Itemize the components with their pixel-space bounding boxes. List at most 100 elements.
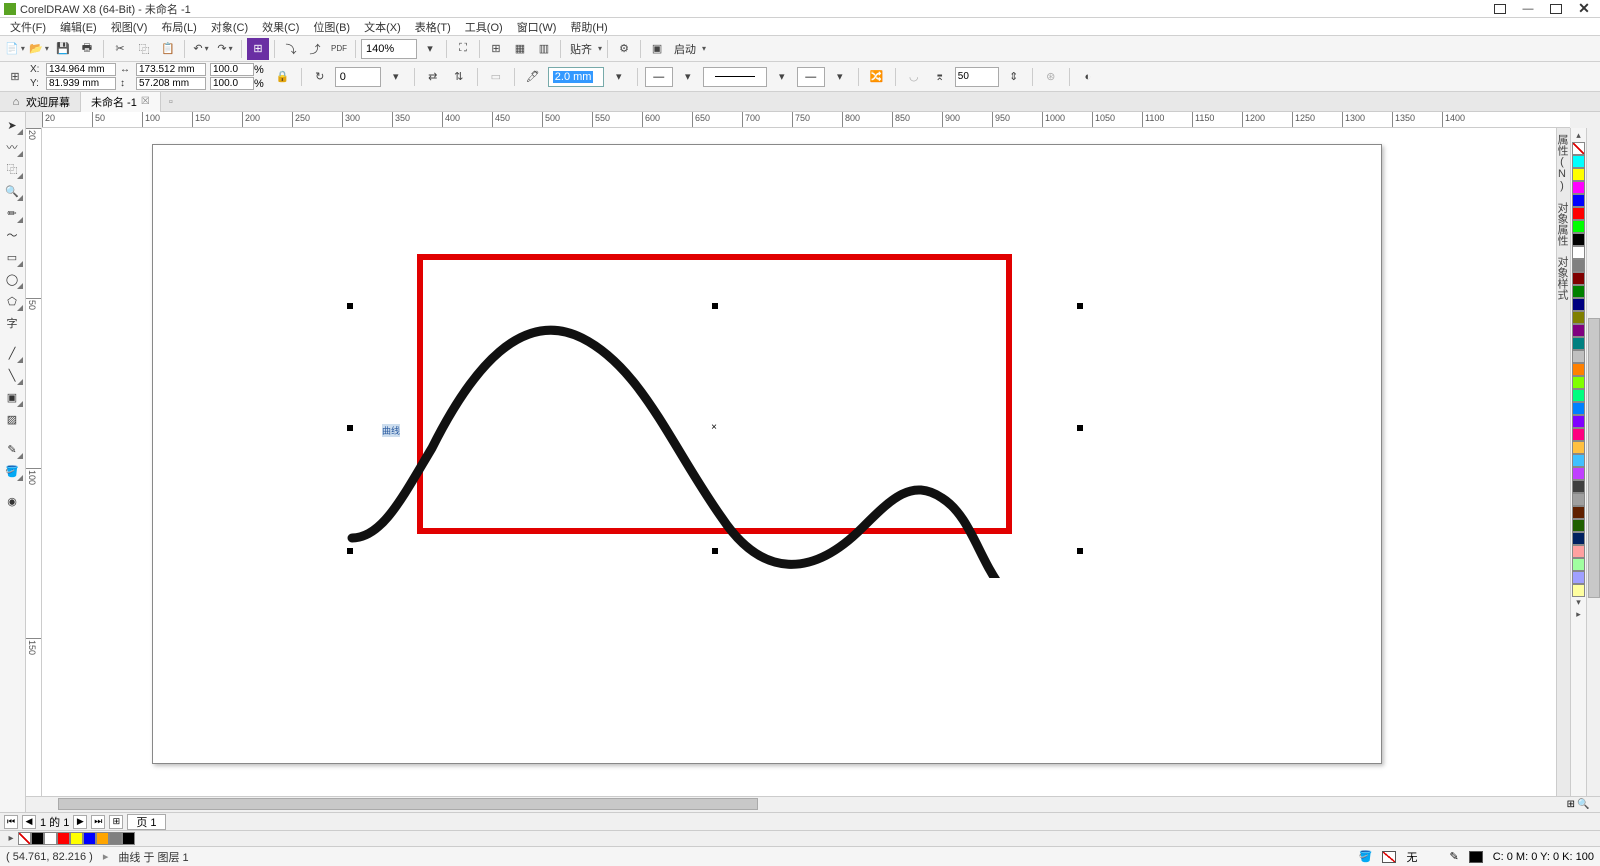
redo-button[interactable]: ↷▾: [214, 38, 236, 60]
copy-button[interactable]: ⿻: [133, 38, 155, 60]
navigator-icon[interactable]: ⊞: [1567, 799, 1575, 810]
selected-curve-object[interactable]: [342, 298, 1102, 578]
color-swatch[interactable]: [1572, 233, 1585, 246]
zoom-dropdown-icon[interactable]: ▾: [419, 38, 441, 60]
minimize-button[interactable]: —: [1520, 3, 1536, 15]
start-arrow-dropdown[interactable]: ▾: [677, 66, 699, 88]
freehand-tool[interactable]: ✏: [0, 202, 24, 224]
menu-bitmap[interactable]: 位图(B): [307, 18, 356, 36]
rotation-dropdown-icon[interactable]: ▾: [385, 66, 407, 88]
fill-swatch[interactable]: [1382, 851, 1396, 863]
smart-fill-tool[interactable]: ◉: [0, 490, 24, 512]
menu-table[interactable]: 表格(T): [409, 18, 457, 36]
docker-object-properties[interactable]: 对象属性: [1557, 200, 1570, 248]
text-tool[interactable]: 字: [0, 312, 24, 334]
color-swatch[interactable]: [1572, 285, 1585, 298]
color-swatch[interactable]: [1572, 415, 1585, 428]
wrap-text-icon[interactable]: 🔀: [866, 66, 888, 88]
page-next-button[interactable]: ▶: [73, 815, 87, 829]
artistic-media-tool[interactable]: 〜: [0, 224, 24, 246]
save-button[interactable]: 💾: [52, 38, 74, 60]
color-swatch[interactable]: [1572, 402, 1585, 415]
export-button[interactable]: ⤴: [304, 38, 326, 60]
color-swatch[interactable]: [1572, 181, 1585, 194]
color-swatch[interactable]: [1572, 532, 1585, 545]
child-restore-icon[interactable]: [1492, 3, 1508, 15]
eyedropper-tool[interactable]: ✎: [0, 438, 24, 460]
connector-tool[interactable]: ╲: [0, 364, 24, 386]
search-content-icon[interactable]: ⊞: [247, 38, 269, 60]
color-swatch[interactable]: [1572, 272, 1585, 285]
import-button[interactable]: ⤵: [280, 38, 302, 60]
doc-color-swatch[interactable]: [96, 832, 109, 845]
color-swatch[interactable]: [1572, 441, 1585, 454]
selection-handle-tr[interactable]: [1077, 303, 1083, 309]
menu-view[interactable]: 视图(V): [105, 18, 154, 36]
maximize-button[interactable]: [1548, 3, 1564, 15]
zoom-level-input[interactable]: [361, 39, 417, 59]
tab-close-icon[interactable]: ☒: [141, 96, 150, 107]
show-grid-icon[interactable]: ▦: [509, 38, 531, 60]
color-swatch[interactable]: [1572, 389, 1585, 402]
color-swatch[interactable]: [1572, 558, 1585, 571]
doc-color-swatch[interactable]: [109, 832, 122, 845]
vertical-ruler[interactable]: 2050100150: [26, 128, 42, 796]
selection-center-icon[interactable]: ×: [710, 423, 718, 431]
transparency-tool[interactable]: ▨: [0, 408, 24, 430]
menu-object[interactable]: 对象(C): [205, 18, 254, 36]
selection-handle-ml[interactable]: [347, 425, 353, 431]
crop-tool[interactable]: ⿻: [0, 158, 24, 180]
doc-color-swatch[interactable]: [122, 832, 135, 845]
duplicate-offset-icon[interactable]: ⌆: [929, 66, 951, 88]
pick-tool[interactable]: ➤: [0, 114, 24, 136]
color-swatch[interactable]: [1572, 194, 1585, 207]
rotation-input[interactable]: [335, 67, 381, 87]
start-arrow-selector[interactable]: —: [645, 67, 673, 87]
color-swatch[interactable]: [1572, 363, 1585, 376]
duplicate-count-input[interactable]: [955, 67, 999, 87]
vertical-scrollbar[interactable]: [1586, 128, 1600, 796]
polygon-tool[interactable]: ⬠: [0, 290, 24, 312]
doc-color-swatch[interactable]: [44, 832, 57, 845]
close-curve-icon[interactable]: ◡: [903, 66, 925, 88]
cut-button[interactable]: ✂: [109, 38, 131, 60]
no-color-swatch[interactable]: [1572, 142, 1585, 155]
ellipse-tool[interactable]: ◯: [0, 268, 24, 290]
color-swatch[interactable]: [1572, 493, 1585, 506]
paste-button[interactable]: 📋: [157, 38, 179, 60]
page-last-button[interactable]: ⏭: [91, 815, 105, 829]
tab-welcome[interactable]: ⌂ 欢迎屏幕: [0, 92, 81, 112]
launch-dropdown[interactable]: 启动▾: [670, 41, 706, 57]
palette-up-icon[interactable]: ▴: [1576, 130, 1581, 142]
color-swatch[interactable]: [1572, 571, 1585, 584]
outline-width-dropdown[interactable]: ▾: [608, 66, 630, 88]
selection-handle-tc[interactable]: [712, 303, 718, 309]
object-y-input[interactable]: [46, 77, 116, 90]
selection-handle-br[interactable]: [1077, 548, 1083, 554]
menu-text[interactable]: 文本(X): [358, 18, 407, 36]
selection-handle-bl[interactable]: [347, 548, 353, 554]
color-swatch[interactable]: [1572, 168, 1585, 181]
docker-object-styles[interactable]: 对象样式: [1557, 254, 1570, 302]
color-swatch[interactable]: [1572, 506, 1585, 519]
tab-document-active[interactable]: 未命名 -1 ☒: [81, 92, 161, 112]
doc-color-swatch[interactable]: [70, 832, 83, 845]
color-swatch[interactable]: [1572, 246, 1585, 259]
color-swatch[interactable]: [1572, 545, 1585, 558]
shape-tool[interactable]: 〰: [0, 136, 24, 158]
docker-hints[interactable]: 属性(N): [1557, 132, 1570, 194]
menu-file[interactable]: 文件(F): [4, 18, 52, 36]
order-icon[interactable]: ▭: [485, 66, 507, 88]
drawing-canvas[interactable]: × 曲线: [42, 128, 1556, 796]
page-tab-1[interactable]: 页 1: [127, 814, 165, 830]
color-swatch[interactable]: [1572, 584, 1585, 597]
open-button[interactable]: 📂▾: [28, 38, 50, 60]
outline-swatch[interactable]: [1469, 851, 1483, 863]
app-launcher-icon[interactable]: ▣: [646, 38, 668, 60]
fullscreen-icon[interactable]: ⛶: [452, 38, 474, 60]
outline-width-input[interactable]: 2.0 mm: [548, 67, 604, 87]
horizontal-scrollbar[interactable]: [42, 797, 1556, 812]
end-arrow-dropdown[interactable]: ▾: [829, 66, 851, 88]
print-button[interactable]: 🖶: [76, 38, 98, 60]
new-tab-button[interactable]: ▫: [161, 96, 181, 108]
